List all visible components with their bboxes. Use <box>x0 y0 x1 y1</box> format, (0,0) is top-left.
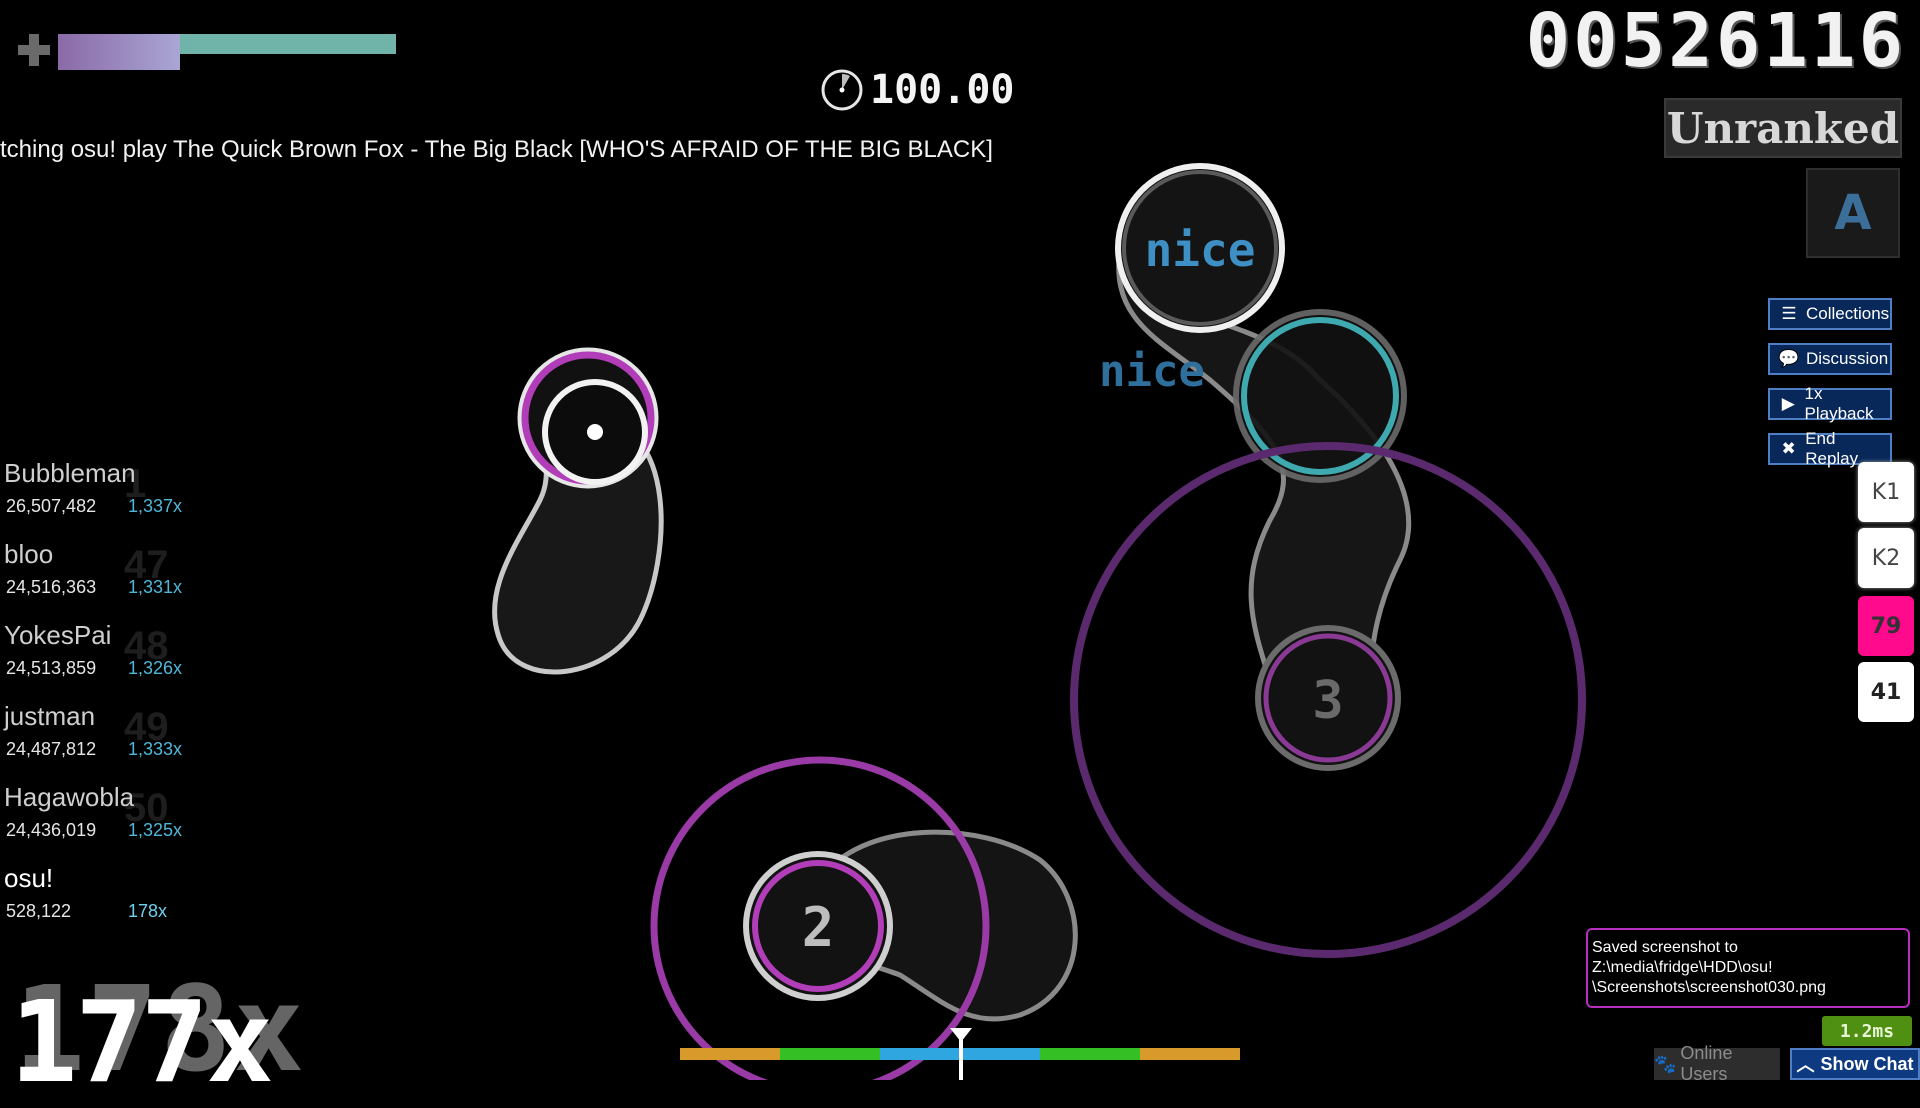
leaderboard-combo: 1,337x <box>128 496 183 516</box>
leaderboard-entry[interactable]: 47 bloo 24,516,363 1,331x <box>4 539 194 619</box>
key-m2-count: 41 <box>1858 662 1914 722</box>
leaderboard-entry-current-player[interactable]: osu! 528,122 178x <box>4 863 194 943</box>
circle-number-3: 3 <box>1312 671 1343 731</box>
notification-line: Z:\media\fridge\HDD\osu! <box>1592 959 1773 976</box>
leaderboard-name: osu! <box>4 863 54 893</box>
grade-indicator: A <box>1806 168 1900 258</box>
leaderboard-combo: 1,326x <box>128 658 183 678</box>
leaderboard-score: 24,513,859 <box>6 658 97 678</box>
online-users-button[interactable]: 🐾 Online Users <box>1654 1043 1780 1084</box>
leaderboard-entry[interactable]: 49 justman 24,487,812 1,333x <box>4 701 194 781</box>
key-m1-count: 79 <box>1858 596 1914 656</box>
combo-counter: 177x <box>10 978 274 1108</box>
list-icon: ☰ <box>1781 304 1797 323</box>
ranked-status-badge: Unranked <box>1664 98 1902 158</box>
leaderboard-entry[interactable]: 1 Bubbleman 26,507,482 1,337x <box>4 458 194 538</box>
key-k1: K1 <box>1858 462 1914 522</box>
chevron-up-icon: ︿ <box>1796 1055 1815 1075</box>
show-chat-button[interactable]: ︿ Show Chat <box>1790 1048 1920 1080</box>
hit-error-arrow-icon <box>950 1028 972 1042</box>
leaderboard-name: YokesPai <box>4 620 112 650</box>
health-bar-fill <box>58 34 180 70</box>
slider-left <box>492 347 664 675</box>
plus-icon <box>18 34 50 66</box>
leaderboard-name: Bubbleman <box>4 458 136 488</box>
online-users-label: Online Users <box>1680 1043 1733 1084</box>
hit-circle-3: 3 <box>1255 625 1401 771</box>
discussion-button[interactable]: 💬 Discussion <box>1768 343 1892 375</box>
show-chat-label: Show Chat <box>1820 1053 1914 1074</box>
notification-line: Saved screenshot to <box>1592 939 1738 956</box>
leaderboard-name: bloo <box>4 539 54 569</box>
accuracy-display: 100.00 <box>820 66 1015 114</box>
hit-judgement-nice-1: nice <box>1145 223 1256 277</box>
leaderboard-combo: 1,331x <box>128 577 183 597</box>
play-icon: ▶ <box>1781 394 1795 413</box>
playback-label: 1x Playback <box>1804 384 1874 423</box>
leaderboard-score: 24,436,019 <box>6 820 97 840</box>
leaderboard-name: Hagawobla <box>4 782 135 812</box>
chat-bubble-icon: 💬 <box>1778 349 1800 368</box>
users-icon: 🐾 <box>1654 1053 1677 1074</box>
leaderboard-score: 528,122 <box>6 901 72 921</box>
collections-label: Collections <box>1806 304 1890 323</box>
leaderboard-combo: 178x <box>128 901 168 921</box>
watching-replay-text: tching osu! play The Quick Brown Fox - T… <box>0 136 993 163</box>
score: 00526116 <box>1525 0 1906 84</box>
leaderboard-score: 24,516,363 <box>6 577 97 597</box>
accuracy-value: 100.00 <box>870 67 1015 113</box>
frame-time-display: 1.2ms <box>1822 1016 1912 1046</box>
leaderboard-score: 24,487,812 <box>6 739 97 759</box>
end-replay-button[interactable]: ✖ End Replay <box>1768 429 1892 468</box>
leaderboard-name: justman <box>4 701 96 731</box>
leaderboard-entry[interactable]: 48 YokesPai 24,513,859 1,326x <box>4 620 194 700</box>
slider-bottom: 2 <box>650 756 1078 1080</box>
discussion-label: Discussion <box>1806 349 1889 368</box>
collections-button[interactable]: ☰ Collections <box>1768 298 1892 330</box>
playback-speed-button[interactable]: ▶ 1x Playback <box>1768 384 1892 423</box>
screenshot-notification[interactable]: Saved screenshot to Z:\media\fridge\HDD\… <box>1586 928 1910 1008</box>
leaderboard-score: 26,507,482 <box>6 496 97 516</box>
circle-number-2: 2 <box>802 896 835 959</box>
leaderboard-entry[interactable]: 50 Hagawobla 24,436,019 1,325x <box>4 782 194 862</box>
hit-judgement-nice-2: nice <box>1099 346 1205 397</box>
key-k2: K2 <box>1858 528 1914 588</box>
progress-pie-icon <box>821 69 863 111</box>
leaderboard-combo: 1,325x <box>128 820 183 840</box>
close-icon: ✖ <box>1781 439 1796 458</box>
leaderboard-combo: 1,333x <box>128 739 183 759</box>
notification-line: \Screenshots\screenshot030.png <box>1592 979 1826 996</box>
